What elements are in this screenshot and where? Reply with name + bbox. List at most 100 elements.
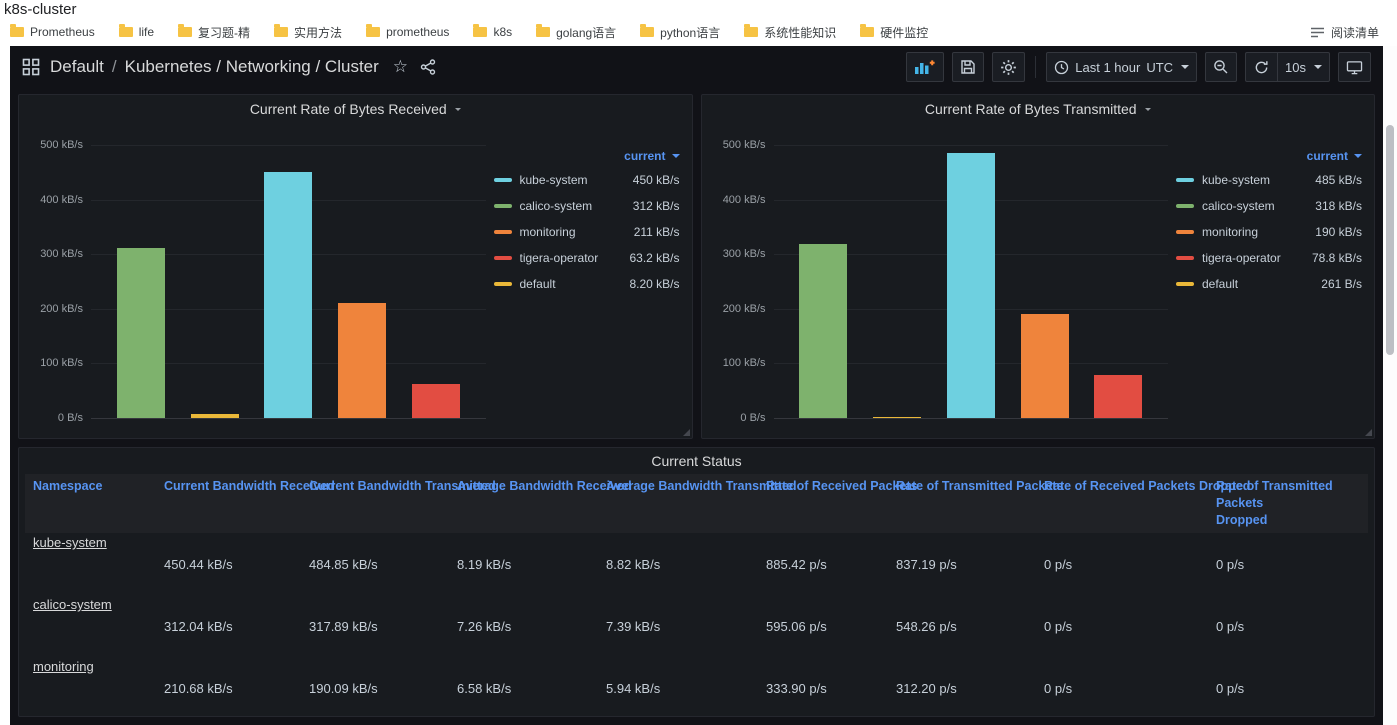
bar-tigera-operator	[412, 384, 460, 419]
legend-item[interactable]: kube-system450 kB/s	[494, 167, 680, 193]
plot-area[interactable]	[91, 145, 486, 418]
cell-value: 317.89 kB/s	[301, 595, 449, 657]
panel-title[interactable]: Current Rate of Bytes Transmitted	[702, 95, 1375, 123]
bar-slot	[873, 145, 921, 418]
cell-value: 0 p/s	[1208, 533, 1368, 595]
legend-sort-header[interactable]: current	[1176, 145, 1362, 167]
namespace-cell: monitoring	[25, 657, 156, 717]
legend-item[interactable]: calico-system318 kB/s	[1176, 193, 1362, 219]
dashboard-settings-button[interactable]	[992, 52, 1025, 82]
column-header[interactable]: Current Bandwidth Transmitted	[301, 474, 449, 533]
panel-title[interactable]: Current Status	[19, 448, 1374, 474]
legend-sort-header[interactable]: current	[494, 145, 680, 167]
legend-item[interactable]: monitoring190 kB/s	[1176, 219, 1362, 245]
time-range-picker[interactable]: Last 1 hour UTC	[1046, 52, 1197, 82]
folder-icon	[119, 27, 133, 37]
save-dashboard-button[interactable]	[952, 52, 984, 82]
bookmark-item[interactable]: 硬件监控	[860, 24, 928, 41]
column-header[interactable]: Current Bandwidth Received	[156, 474, 301, 533]
y-axis: 500 kB/s400 kB/s300 kB/s200 kB/s100 kB/s…	[710, 145, 774, 418]
bookmark-item[interactable]: 实用方法	[274, 24, 342, 41]
bookmark-label: prometheus	[386, 25, 449, 39]
bar-slot	[799, 145, 847, 418]
namespace-link[interactable]: monitoring	[33, 659, 94, 674]
legend-item[interactable]: monitoring211 kB/s	[494, 219, 680, 245]
dashboards-grid-icon	[22, 58, 40, 76]
legend-item[interactable]: calico-system312 kB/s	[494, 193, 680, 219]
folder-icon	[744, 27, 758, 37]
dashboard-navbar: Default / Kubernetes / Networking / Clus…	[10, 46, 1383, 88]
legend-series-value: 312 kB/s	[633, 199, 680, 213]
cell-value: 595.06 p/s	[758, 595, 888, 657]
column-header[interactable]: Namespace	[25, 474, 156, 533]
legend-series-name: default	[520, 277, 622, 291]
bookmark-item[interactable]: golang语言	[536, 24, 616, 41]
column-header[interactable]: Rate of Transmitted Packets	[888, 474, 1036, 533]
legend-swatch	[1176, 204, 1194, 208]
cell-value: 0 p/s	[1208, 595, 1368, 657]
chevron-down-icon	[672, 154, 680, 158]
legend-series-value: 63.2 kB/s	[629, 251, 679, 265]
panel-resize-handle[interactable]	[1365, 429, 1372, 436]
bar-slot	[191, 145, 239, 418]
panel-title[interactable]: Current Rate of Bytes Received	[19, 95, 692, 123]
panel-bytes-received: Current Rate of Bytes Received 500 kB/s 4…	[18, 94, 693, 439]
bookmark-item[interactable]: 系统性能知识	[744, 24, 836, 41]
grafana-dashboard: Default / Kubernetes / Networking / Clus…	[10, 46, 1383, 725]
column-header[interactable]: Rate of Received Packets Dropped	[1036, 474, 1208, 533]
y-tick-label: 400 kB/s	[40, 194, 83, 206]
panel-bytes-transmitted: Current Rate of Bytes Transmitted 500 kB…	[701, 94, 1376, 439]
plot-area[interactable]	[774, 145, 1169, 418]
kiosk-mode-button[interactable]	[1338, 52, 1371, 82]
legend-item[interactable]: default261 B/s	[1176, 271, 1362, 297]
cell-value: 0 p/s	[1036, 533, 1208, 595]
folder-icon	[536, 27, 550, 37]
legend-header-label: current	[624, 149, 665, 163]
add-panel-button[interactable]	[906, 52, 944, 82]
folder-icon	[178, 27, 192, 37]
folder-icon	[640, 27, 654, 37]
cell-value: 885.42 p/s	[758, 533, 888, 595]
bookmark-item[interactable]: life	[119, 25, 154, 39]
column-header[interactable]: Average Bandwidth Transmitted	[598, 474, 758, 533]
share-icon[interactable]	[420, 59, 436, 75]
bookmark-item[interactable]: Prometheus	[10, 25, 95, 39]
bookmark-label: Prometheus	[30, 25, 95, 39]
star-icon[interactable]: ☆	[393, 57, 408, 77]
bookmark-item[interactable]: prometheus	[366, 25, 449, 39]
legend-item[interactable]: tigera-operator63.2 kB/s	[494, 245, 680, 271]
refresh-button[interactable]	[1245, 52, 1277, 82]
legend-series-name: calico-system	[1202, 199, 1307, 213]
clock-icon	[1054, 60, 1069, 75]
save-icon	[960, 59, 976, 75]
column-header[interactable]: Rate of Received Packets	[758, 474, 888, 533]
zoom-out-button[interactable]	[1205, 52, 1237, 82]
timezone-label: UTC	[1146, 60, 1173, 75]
bookmark-item[interactable]: python语言	[640, 24, 720, 41]
bookmark-label: k8s	[493, 25, 512, 39]
page-scrollbar	[1383, 46, 1397, 725]
y-tick-label: 500 kB/s	[40, 139, 83, 151]
legend-item[interactable]: kube-system485 kB/s	[1176, 167, 1362, 193]
column-header[interactable]: Average Bandwidth Received	[449, 474, 598, 533]
table-row: kube-system450.44 kB/s484.85 kB/s8.19 kB…	[25, 533, 1368, 595]
breadcrumb-folder[interactable]: Default	[50, 57, 104, 77]
legend-item[interactable]: tigera-operator78.8 kB/s	[1176, 245, 1362, 271]
reading-list-button[interactable]: 阅读清单	[1310, 24, 1387, 41]
y-tick-label: 300 kB/s	[40, 248, 83, 260]
legend-items: kube-system450 kB/scalico-system312 kB/s…	[494, 167, 680, 297]
namespace-link[interactable]: kube-system	[33, 535, 107, 550]
bookmark-item[interactable]: k8s	[473, 25, 512, 39]
legend-item[interactable]: default8.20 kB/s	[494, 271, 680, 297]
browser-top-strip: k8s-cluster Prometheuslife复习题-精实用方法prome…	[0, 0, 1397, 46]
refresh-interval-dropdown[interactable]: 10s	[1277, 52, 1330, 82]
scrollbar-thumb[interactable]	[1386, 125, 1394, 355]
legend-series-value: 485 kB/s	[1315, 173, 1362, 187]
panel-resize-handle[interactable]	[683, 429, 690, 436]
namespace-link[interactable]: calico-system	[33, 597, 112, 612]
column-header[interactable]: Rate of Transmitted PacketsDropped	[1208, 474, 1368, 533]
folder-icon	[860, 27, 874, 37]
y-tick-label: 100 kB/s	[40, 357, 83, 369]
bookmark-item[interactable]: 复习题-精	[178, 24, 250, 41]
breadcrumb-dashboard-name[interactable]: Kubernetes / Networking / Cluster	[125, 57, 379, 77]
